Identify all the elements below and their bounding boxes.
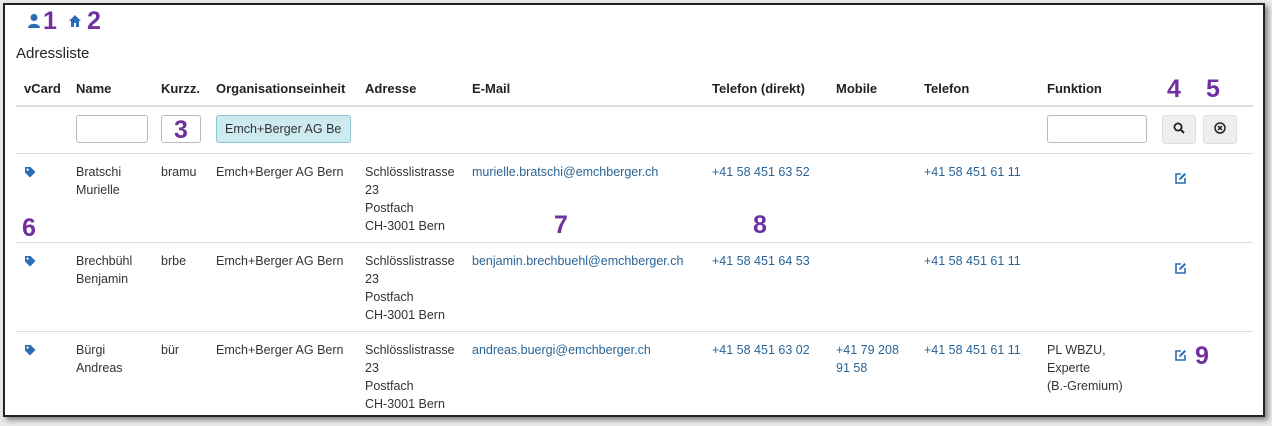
address-line: Postfach	[365, 201, 414, 215]
name-filter-input[interactable]	[76, 115, 148, 143]
org-cell: Emch+Berger AG Bern	[216, 254, 344, 268]
annotation-5: 5	[1206, 75, 1220, 103]
column-header-funktion[interactable]: Funktion	[1047, 81, 1102, 96]
column-header-kurzz[interactable]: Kurzz.	[161, 81, 200, 96]
email-link[interactable]: benjamin.brechbuehl@emchberger.ch	[472, 252, 683, 270]
name-cell: Brechbühl Benjamin	[76, 252, 132, 288]
user-icon[interactable]	[27, 13, 41, 29]
last-name: Brechbühl	[76, 254, 133, 268]
address-line: CH-3001 Bern	[365, 308, 445, 322]
mobile-line: +41 79 208	[836, 343, 899, 357]
annotation-1: 1	[43, 7, 57, 35]
first-name: Murielle	[76, 183, 120, 197]
column-header-telefon[interactable]: Telefon	[924, 81, 969, 96]
address-cell: Schlösslistrasse 23 Postfach CH-3001 Ber…	[365, 252, 455, 324]
address-line: Schlösslistrasse	[365, 254, 455, 268]
annotation-4: 4	[1167, 75, 1181, 103]
annotation-6: 6	[22, 214, 36, 242]
organisationseinheit-filter-input[interactable]	[216, 115, 351, 143]
org-cell: Emch+Berger AG Bern	[216, 165, 344, 179]
address-line: CH-3001 Bern	[365, 397, 445, 411]
address-line: Postfach	[365, 290, 414, 304]
reset-filter-button[interactable]	[1203, 115, 1237, 144]
first-name: Andreas	[76, 361, 123, 375]
column-header-name[interactable]: Name	[76, 81, 111, 96]
address-line: Postfach	[365, 379, 414, 393]
annotation-9: 9	[1195, 342, 1209, 370]
mobile-link[interactable]: +41 79 208 91 58	[836, 341, 899, 377]
function-line: PL WBZU,	[1047, 343, 1106, 357]
column-header-mobile[interactable]: Mobile	[836, 81, 877, 96]
first-name: Benjamin	[76, 272, 129, 286]
function-line: (B.-Gremium)	[1047, 379, 1123, 393]
column-header-organisationseinheit[interactable]: Organisationseinheit	[216, 81, 345, 96]
search-icon	[1173, 121, 1185, 139]
page-title: Adressliste	[16, 45, 90, 62]
tag-icon[interactable]	[24, 343, 36, 361]
phone-direct-link[interactable]: +41 58 451 63 02	[712, 341, 810, 359]
address-cell: Schlösslistrasse 23 Postfach CH-3001 Ber…	[365, 341, 455, 413]
phone-link[interactable]: +41 58 451 61 11	[924, 341, 1021, 359]
phone-link[interactable]: +41 58 451 61 11	[924, 163, 1021, 181]
address-line: CH-3001 Bern	[365, 219, 445, 233]
reset-icon	[1214, 121, 1226, 139]
name-cell: Bürgi Andreas	[76, 341, 123, 377]
column-header-adresse[interactable]: Adresse	[365, 81, 416, 96]
kurzz-cell: bür	[161, 343, 180, 357]
phone-direct-link[interactable]: +41 58 451 64 53	[712, 252, 810, 270]
column-header-telefon-direkt[interactable]: Telefon (direkt)	[712, 81, 805, 96]
email-link[interactable]: murielle.bratschi@emchberger.ch	[472, 163, 658, 181]
function-line: Experte	[1047, 361, 1091, 375]
mobile-line: 91 58	[836, 361, 868, 375]
name-cell: Bratschi Murielle	[76, 163, 121, 199]
address-cell: Schlösslistrasse 23 Postfach CH-3001 Ber…	[365, 163, 455, 235]
function-cell: PL WBZU, Experte (B.-Gremium)	[1047, 341, 1123, 395]
last-name: Bratschi	[76, 165, 122, 179]
kurzz-cell: brbe	[161, 254, 187, 268]
org-cell: Emch+Berger AG Bern	[216, 343, 344, 357]
annotation-8: 8	[753, 211, 767, 239]
address-line: 23	[365, 272, 379, 286]
address-line: 23	[365, 183, 379, 197]
row-divider	[16, 242, 1253, 243]
home-icon[interactable]	[68, 14, 82, 28]
address-line: Schlösslistrasse	[365, 165, 455, 179]
filter-divider	[16, 153, 1253, 154]
address-line: 23	[365, 361, 379, 375]
column-header-email[interactable]: E-Mail	[472, 81, 510, 96]
edit-icon[interactable]	[1174, 262, 1187, 280]
search-button[interactable]	[1162, 115, 1196, 144]
address-list-window: 1 2 Adressliste vCard Name Kurzz. Organi…	[3, 3, 1265, 417]
last-name: Bürgi	[76, 343, 106, 357]
header-divider	[16, 105, 1253, 107]
edit-icon[interactable]	[1174, 349, 1187, 367]
annotation-2: 2	[87, 7, 101, 35]
annotation-7: 7	[554, 211, 568, 239]
email-link[interactable]: andreas.buergi@emchberger.ch	[472, 341, 651, 359]
tag-icon[interactable]	[24, 165, 36, 183]
annotation-3: 3	[174, 116, 188, 144]
kurzz-cell: bramu	[161, 165, 197, 179]
row-divider	[16, 331, 1253, 332]
funktion-filter-input[interactable]	[1047, 115, 1147, 143]
edit-icon[interactable]	[1174, 172, 1187, 190]
column-header-vcard: vCard	[24, 81, 61, 96]
phone-direct-link[interactable]: +41 58 451 63 52	[712, 163, 810, 181]
tag-icon[interactable]	[24, 254, 36, 272]
phone-link[interactable]: +41 58 451 61 11	[924, 252, 1021, 270]
address-line: Schlösslistrasse	[365, 343, 455, 357]
